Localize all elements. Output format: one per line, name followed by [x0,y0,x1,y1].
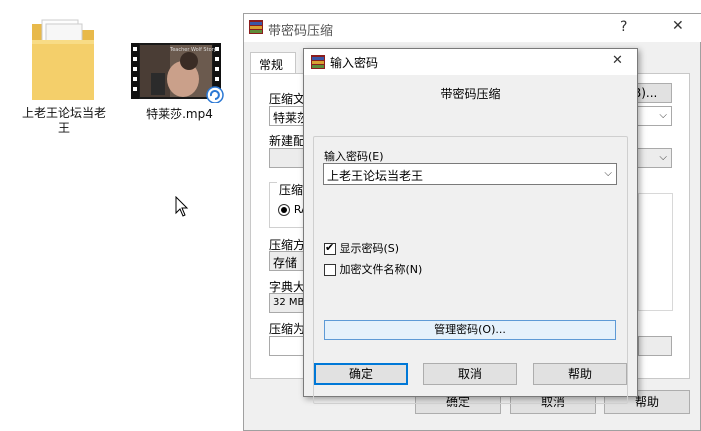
encrypt-names-checkbox[interactable]: 加密文件名称(N) [324,261,422,277]
format-group-label: 压缩 [277,181,306,198]
tab-general-label: 常规 [259,58,284,72]
password-dialog: 输入密码 ✕ 带密码压缩 输入密码(E) 上老王论坛当老王 ⌵ 显示密码(S) … [303,48,638,404]
show-password-label: 显示密码(S) [339,242,400,255]
options-list [638,193,673,311]
help-button[interactable]: 帮助 [533,363,627,385]
new-profile-label: 新建配 [269,134,306,148]
tab-general[interactable]: 常规 [250,52,296,74]
show-password-checkbox[interactable]: 显示密码(S) [324,240,399,256]
right-field [638,336,672,356]
winrar-icon [249,20,263,34]
password-dialog-header: 带密码压缩 [440,87,501,101]
manage-passwords-label: 管理密码(O)... [434,323,506,336]
checkbox-unchecked-icon [324,264,336,276]
checkbox-checked-icon [324,241,336,255]
password-value: 上老王论坛当老王 [327,169,424,183]
password-label: 输入密码(E) [324,150,384,163]
cancel-button[interactable]: 取消 [423,363,517,385]
password-dialog-title: 输入密码 [330,56,379,70]
winrar-icon [311,55,325,69]
close-icon[interactable]: ✕ [672,18,684,34]
method-value: 存储 [273,256,298,270]
folder-icon [32,19,94,100]
dict-value: 32 MB [273,297,305,308]
mouse-cursor-icon [175,196,189,217]
video-label: 特莱莎.mp4 [146,107,213,121]
split-label: 压缩为 [269,322,306,336]
archive-name-label: 压缩文 [269,92,306,106]
close-icon[interactable]: ✕ [612,53,623,68]
cancel-button-label: 取消 [457,367,482,381]
archive-dialog-titlebar: 带密码压缩 ? ✕ [244,14,701,42]
ok-button-label: 确定 [348,367,373,381]
video-overlay-text: Teacher Wolf Story [170,47,217,53]
folder-label-line1: 上老王论坛当老 [21,106,106,120]
folder-label-line2: 王 [57,121,70,135]
password-dialog-titlebar: 输入密码 ✕ [304,49,637,75]
archive-dialog-title: 带密码压缩 [268,24,334,39]
folder-label: 上老王论坛当老 王 [14,106,114,136]
chevron-down-icon[interactable]: ⌵ [604,168,612,179]
help-button-label: 帮助 [634,395,659,409]
password-field[interactable]: 上老王论坛当老王 ⌵ [323,163,617,185]
ok-button[interactable]: 确定 [314,363,408,385]
encrypt-names-label: 加密文件名称(N) [339,263,423,276]
help-button-label: 帮助 [567,367,592,381]
desktop-folder-icon[interactable] [28,14,98,102]
help-question-icon[interactable]: ? [620,19,627,35]
chevron-down-icon[interactable]: ⌵ [659,110,667,121]
manage-passwords-button[interactable]: 管理密码(O)... [324,320,616,340]
chevron-down-icon[interactable]: ⌵ [659,152,667,163]
